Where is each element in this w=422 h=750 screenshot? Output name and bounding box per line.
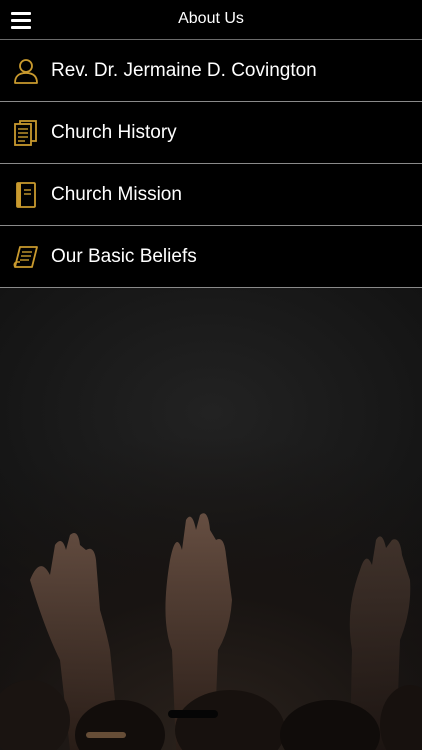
menu-item-church-history[interactable]: Church History: [0, 102, 422, 164]
app-header: About Us: [0, 0, 422, 40]
person-icon: [12, 57, 40, 85]
raised-hands-image: [0, 513, 422, 750]
book-icon: [12, 181, 40, 209]
menu-item-church-mission[interactable]: Church Mission: [0, 164, 422, 226]
menu-item-basic-beliefs[interactable]: Our Basic Beliefs: [0, 226, 422, 288]
documents-icon: [12, 119, 40, 147]
menu-item-label: Rev. Dr. Jermaine D. Covington: [51, 59, 317, 81]
menu-item-label: Our Basic Beliefs: [51, 245, 197, 267]
menu-item-pastor[interactable]: Rev. Dr. Jermaine D. Covington: [0, 40, 422, 102]
about-menu-list: Rev. Dr. Jermaine D. Covington Church Hi…: [0, 40, 422, 288]
menu-item-label: Church Mission: [51, 183, 182, 205]
menu-item-label: Church History: [51, 121, 177, 143]
scroll-icon: [12, 243, 40, 271]
page-title: About Us: [178, 10, 244, 27]
